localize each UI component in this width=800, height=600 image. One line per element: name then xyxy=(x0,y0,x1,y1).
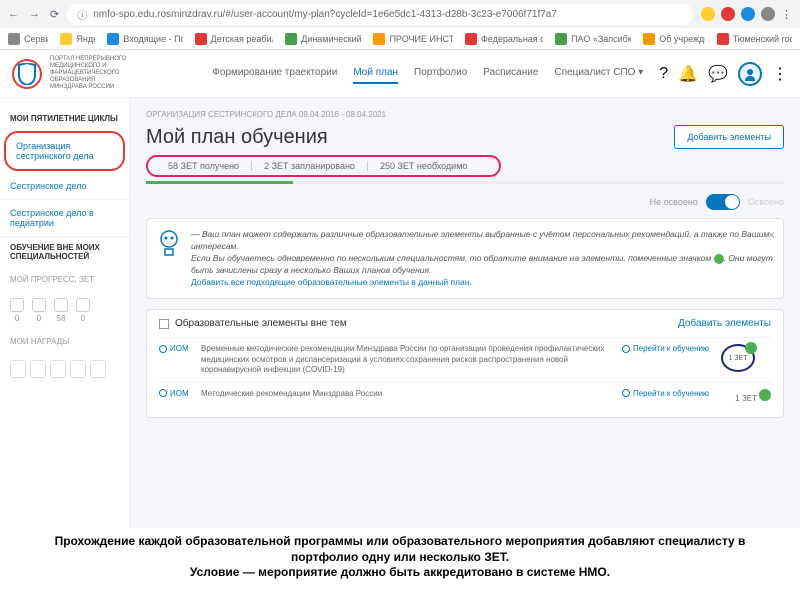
slide-caption: Прохождение каждой образовательной прогр… xyxy=(0,528,800,587)
robot-icon xyxy=(157,229,181,257)
award-icon xyxy=(10,360,26,378)
bell-icon[interactable]: 🔔 xyxy=(678,64,698,84)
bookmark-item[interactable]: Сервисы xyxy=(8,33,48,45)
bookmark-item[interactable]: Федеральная служ... xyxy=(465,33,543,45)
url-bar[interactable]: ⓘ nmfo-spo.edu.rosminzdrav.ru/#/user-acc… xyxy=(67,4,693,25)
zet-stats: 58 ЗЕТ получено 2 ЗЕТ запланировано 250 … xyxy=(146,155,501,177)
add-all-link[interactable]: Добавить все подходящие образовательные … xyxy=(191,277,773,289)
org-date-line: ОРГАНИЗАЦИЯ СЕСТРИНСКОГО ДЕЛА 09.04.2016… xyxy=(146,110,784,119)
sidebar-item-pediatric-nursing[interactable]: Сестринское дело в педиатрии xyxy=(0,200,129,237)
zet-required: 250 ЗЕТ необходимо xyxy=(380,161,479,171)
info-box: — Ваш план может содержать различные обр… xyxy=(146,218,784,299)
nav-specialist[interactable]: Специалист СПО ▾ xyxy=(554,63,643,84)
url-text: nmfo-spo.edu.rosminzdrav.ru/#/user-accou… xyxy=(93,9,557,20)
profile-icon[interactable] xyxy=(761,7,775,21)
nav-schedule[interactable]: Расписание xyxy=(483,63,538,84)
monitor-icon xyxy=(54,298,68,312)
zet-value: 1 ЗЕТ xyxy=(735,394,757,403)
content-area: ОРГАНИЗАЦИЯ СЕСТРИНСКОГО ДЕЛА 09.04.2016… xyxy=(130,98,800,528)
portal-logo[interactable] xyxy=(12,59,42,89)
toggle-label-right: Освоено xyxy=(748,197,784,207)
browser-toolbar: ← → ⟳ ⓘ nmfo-spo.edu.rosminzdrav.ru/#/us… xyxy=(0,0,800,28)
mastered-toggle[interactable] xyxy=(706,194,740,210)
page-title: Мой план обучения xyxy=(146,126,328,149)
award-icon xyxy=(90,360,106,378)
gift-icon xyxy=(10,298,24,312)
sidebar: МОИ ПЯТИЛЕТНИЕ ЦИКЛЫ Организация сестрин… xyxy=(0,98,130,528)
element-description: Методические рекомендации Минздрава Росс… xyxy=(201,389,610,399)
bookmark-item[interactable]: Об учреждении xyxy=(643,33,704,45)
top-nav: Формирование траектории Мой план Портфол… xyxy=(212,63,643,84)
play-icon xyxy=(622,345,630,353)
elements-title: Образовательные элементы вне тем xyxy=(175,318,347,329)
award-icon xyxy=(30,360,46,378)
nav-portfolio[interactable]: Портфолио xyxy=(414,63,467,84)
green-badge-icon xyxy=(714,254,724,264)
awards-row xyxy=(0,354,129,384)
green-badge-icon xyxy=(745,342,757,354)
green-badge-icon xyxy=(759,389,771,401)
lock-icon: ⓘ xyxy=(77,7,87,22)
nav-trajectory[interactable]: Формирование траектории xyxy=(212,63,337,84)
portal-title: ПОРТАЛ НЕПРЕРЫВНОГО МЕДИЦИНСКОГО И ФАРМА… xyxy=(50,56,130,92)
go-to-learning-link[interactable]: Перейти к обучению xyxy=(622,344,709,353)
element-tag: ИОМ xyxy=(159,344,189,353)
user-avatar[interactable] xyxy=(738,62,762,86)
chat-icon[interactable]: 💬 xyxy=(708,64,728,84)
book-icon xyxy=(32,298,46,312)
element-description: Временные методические рекомендации Минз… xyxy=(201,344,610,375)
element-tag: ИОМ xyxy=(159,389,189,398)
progress-icons: 0 0 58 0 xyxy=(0,292,129,329)
ext-icon[interactable] xyxy=(721,7,735,21)
sidebar-item-nursing[interactable]: Сестринское дело xyxy=(0,173,129,200)
portal-header: ПОРТАЛ НЕПРЕРЫВНОГО МЕДИЦИНСКОГО И ФАРМА… xyxy=(0,50,800,98)
sidebar-awards-label: МОИ НАГРАДЫ xyxy=(0,329,129,354)
element-row: ИОМ Временные методические рекомендации … xyxy=(159,337,771,381)
radio-icon[interactable] xyxy=(159,345,167,353)
bookmark-item[interactable]: Детская реабилита... xyxy=(195,33,274,45)
award-icon xyxy=(70,360,86,378)
zet-planned: 2 ЗЕТ запланировано xyxy=(264,161,368,171)
help-icon[interactable]: ? xyxy=(659,65,668,83)
play-icon xyxy=(622,389,630,397)
add-elements-link[interactable]: Добавить элементы xyxy=(678,318,771,329)
zet-value: 1 ЗЕТ xyxy=(721,344,755,372)
bookmark-item[interactable]: Входящие - Почта... xyxy=(107,33,182,45)
elements-panel: Образовательные элементы вне тем Добавит… xyxy=(146,309,784,417)
collapse-icon[interactable] xyxy=(159,319,169,329)
bookmark-item[interactable]: Динамический тре... xyxy=(285,33,361,45)
forward-icon[interactable]: → xyxy=(29,8,40,21)
back-icon[interactable]: ← xyxy=(8,8,19,21)
close-icon[interactable]: × xyxy=(768,227,775,244)
toggle-label-left: Не освоено xyxy=(650,197,698,207)
bookmark-item[interactable]: Тюменский госуда... xyxy=(717,33,792,45)
bookmark-item[interactable]: Яндекс xyxy=(60,33,95,45)
ext-icon[interactable] xyxy=(701,7,715,21)
radio-icon[interactable] xyxy=(159,389,167,397)
bookmark-item[interactable]: ПРОЧИЕ ИНСТРУК... xyxy=(373,33,453,45)
reload-icon[interactable]: ⟳ xyxy=(50,8,59,21)
menu-dots-icon[interactable]: ⋮ xyxy=(772,64,788,84)
shield-icon xyxy=(17,63,37,85)
nav-my-plan[interactable]: Мой план xyxy=(353,63,398,84)
sidebar-item-org-nursing[interactable]: Организация сестринского дела xyxy=(4,131,125,171)
go-to-learning-link[interactable]: Перейти к обучению xyxy=(622,389,709,398)
person-icon xyxy=(743,67,757,81)
bookmarks-bar: Сервисы Яндекс Входящие - Почта... Детск… xyxy=(0,28,800,50)
zet-received: 58 ЗЕТ получено xyxy=(168,161,252,171)
bookmark-item[interactable]: ПАО «Запсибкомб... xyxy=(555,33,631,45)
add-elements-button[interactable]: Добавить элементы xyxy=(674,125,784,149)
sidebar-progress-label: МОЙ ПРОГРЕСС, ЗЕТ xyxy=(0,267,129,292)
mic-icon xyxy=(76,298,90,312)
sidebar-heading-outside: ОБУЧЕНИЕ ВНЕ МОИХ СПЕЦИАЛЬНОСТЕЙ xyxy=(0,237,129,267)
ext-icon[interactable] xyxy=(741,7,755,21)
progress-bar xyxy=(146,181,784,184)
element-row: ИОМ Методические рекомендации Минздрава … xyxy=(159,382,771,409)
menu-icon[interactable]: ⋮ xyxy=(781,8,792,21)
award-icon xyxy=(50,360,66,378)
sidebar-heading-cycles: МОИ ПЯТИЛЕТНИЕ ЦИКЛЫ xyxy=(0,108,129,129)
